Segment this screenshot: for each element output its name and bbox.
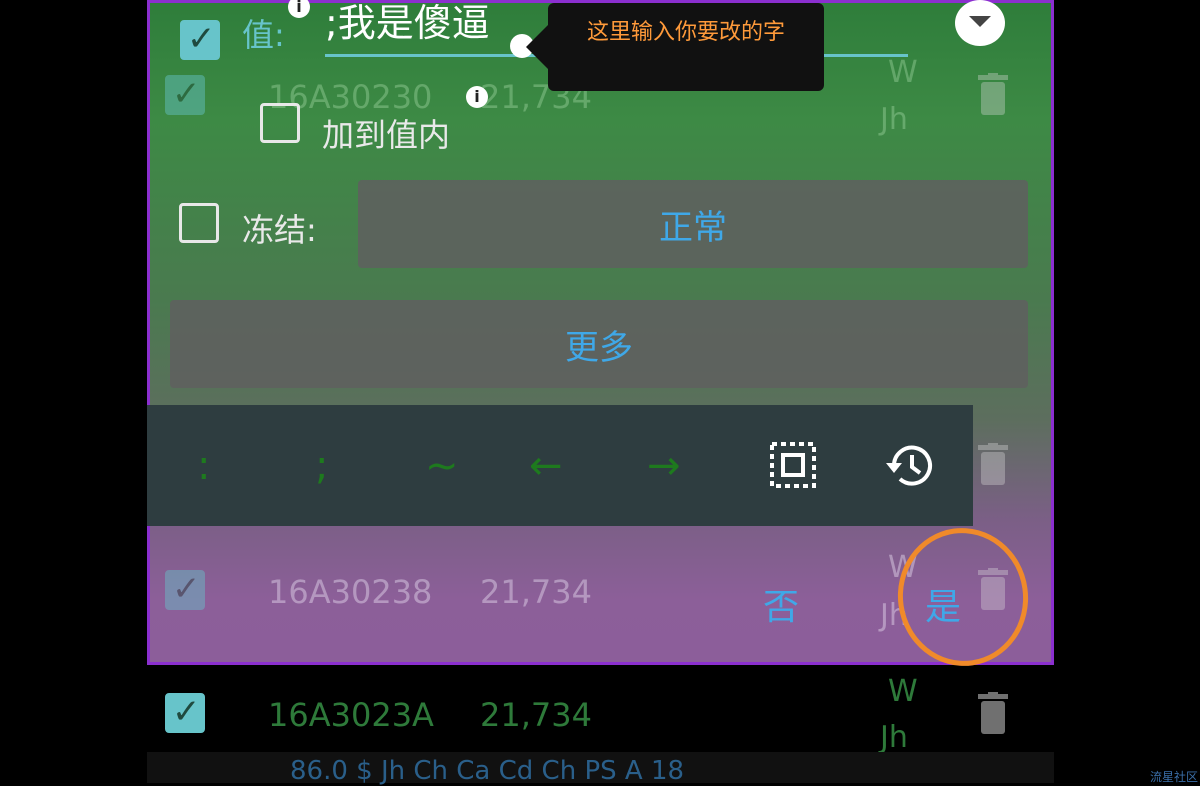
info-icon[interactable]: i (466, 86, 488, 108)
freeze-label: 冻结: (242, 211, 317, 249)
add-to-value-checkbox[interactable] (260, 103, 300, 143)
value-label: 值: (242, 16, 285, 54)
colon-key[interactable]: : (197, 443, 210, 489)
select-all-icon[interactable] (769, 441, 817, 489)
annotation-tooltip: 这里输入你要改的字 (526, 3, 824, 91)
row-address: 16A30238 (268, 573, 433, 611)
chevron-down-icon[interactable] (955, 0, 1005, 46)
row-value: 21,734 (480, 573, 592, 611)
semicolon-key[interactable]: ; (315, 443, 328, 489)
watermark: 流星社区 (1150, 770, 1199, 784)
freeze-mode-button[interactable]: 正常 (358, 180, 1028, 268)
history-icon[interactable] (884, 441, 936, 491)
more-button[interactable]: 更多 (170, 300, 1028, 388)
trash-icon[interactable] (978, 73, 1008, 115)
row-value: 21,734 (480, 696, 592, 734)
input-accessory-toolbar: : ; ~ ← → (147, 405, 973, 526)
row-checkbox[interactable] (165, 75, 205, 115)
arrow-left-key[interactable]: ← (529, 443, 563, 489)
value-input[interactable]: ;我是傻逼 (325, 0, 490, 47)
row-type: W (888, 55, 918, 90)
add-to-value-label: 加到值内 (322, 116, 451, 154)
row-checkbox[interactable] (165, 693, 205, 733)
row-type-secondary: Jh (880, 102, 908, 137)
trash-icon[interactable] (978, 443, 1008, 485)
trash-icon[interactable] (978, 692, 1008, 734)
freeze-checkbox[interactable] (179, 203, 219, 243)
tilde-key[interactable]: ~ (425, 443, 459, 489)
row-address: 16A3023A (268, 696, 434, 734)
arrow-right-key[interactable]: → (647, 443, 681, 489)
row-checkbox[interactable] (165, 570, 205, 610)
no-button[interactable]: 否 (763, 578, 799, 630)
row-type: W (888, 674, 918, 709)
bottom-status-text: 86.0 $ Jh Ch Ca Cd Ch PS A 18 (290, 756, 685, 786)
value-checkbox[interactable] (180, 20, 220, 60)
row-type-secondary: Jh (880, 720, 908, 755)
